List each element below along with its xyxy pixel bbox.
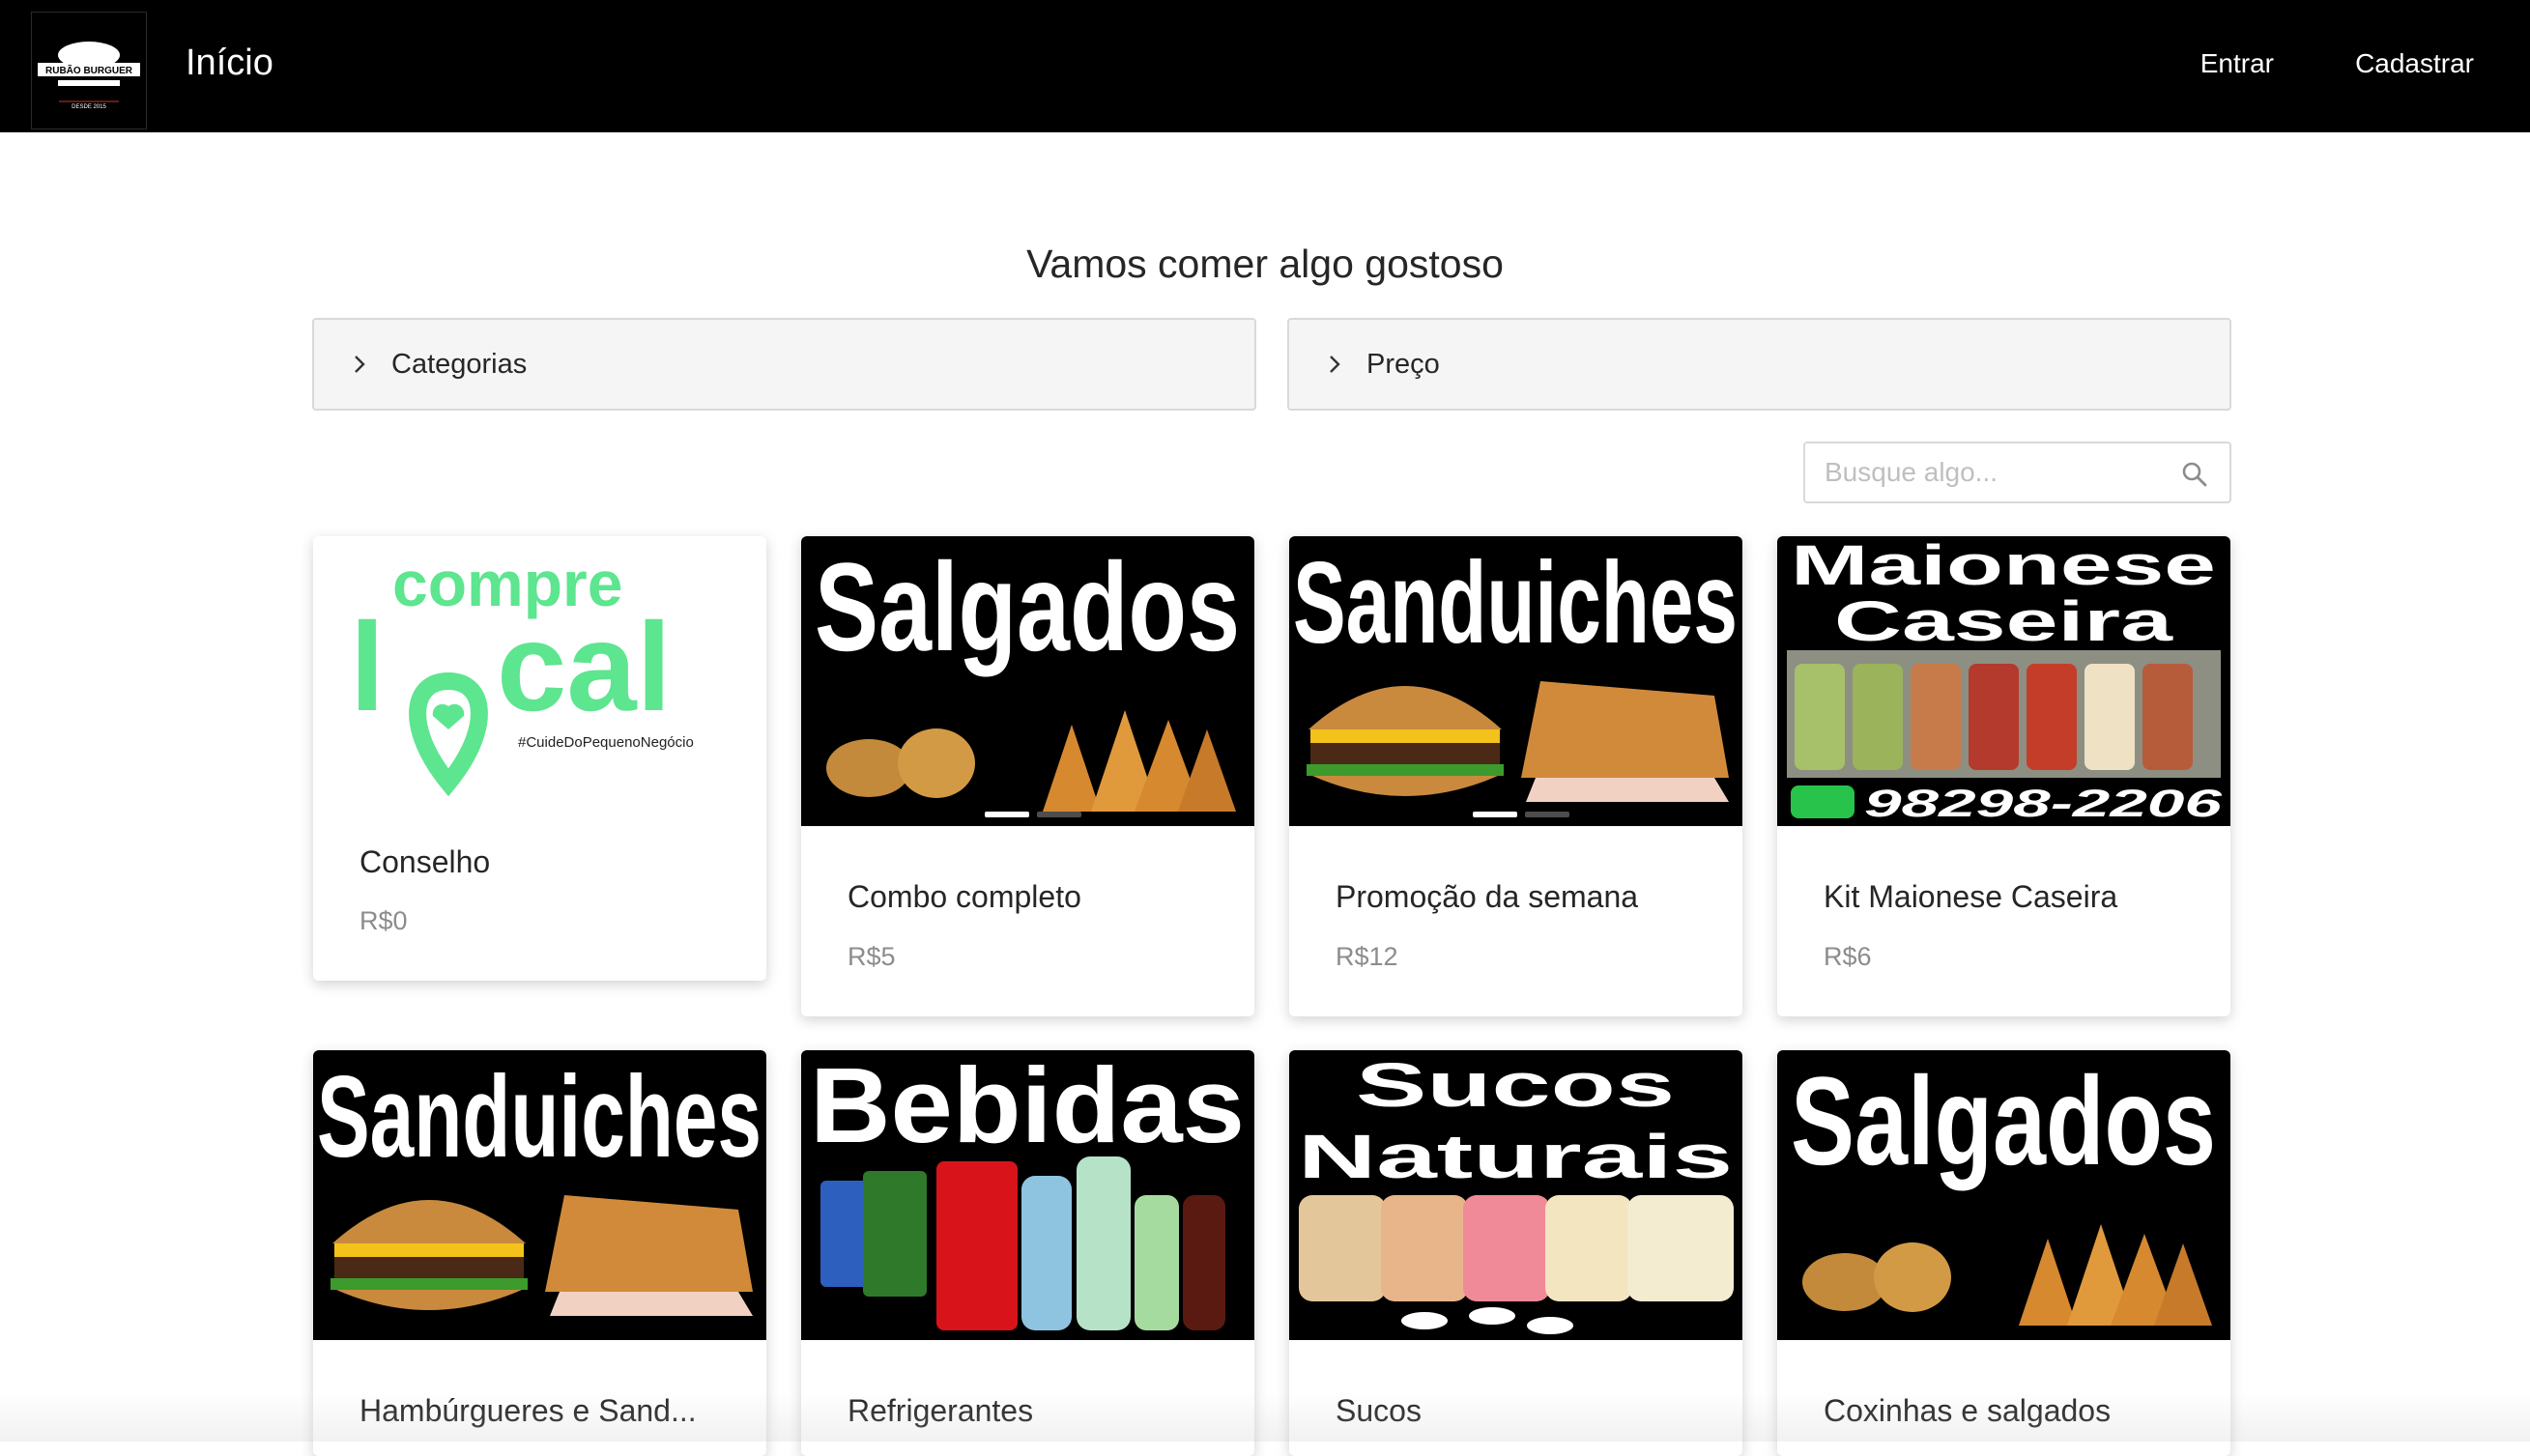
card-title: Hambúrgueres e Sand... (359, 1393, 697, 1428)
svg-text:Caseira: Caseira (1834, 590, 2173, 653)
categories-collapse[interactable]: Categorias (312, 318, 1256, 411)
logo-text: RUBÃO BURGUER (45, 64, 133, 76)
product-card-conselho[interactable]: compre l cal #CuideDoPequenoNegócio Cons… (313, 536, 766, 981)
card-price: R$5 (848, 942, 896, 971)
svg-text:Maionese: Maionese (1791, 536, 2216, 597)
svg-text:l: l (350, 596, 385, 737)
card-title: Sucos (1336, 1393, 1422, 1428)
svg-text:Sanduiches: Sanduiches (317, 1052, 762, 1182)
search-box (1803, 442, 2231, 503)
svg-text:cal: cal (497, 596, 672, 737)
product-card-coxinhas[interactable]: Salgados Coxinhas e salgados (1777, 1050, 2230, 1456)
search-icon[interactable] (2181, 461, 2208, 488)
signup-link[interactable]: Cadastrar (2355, 48, 2474, 79)
svg-text:Salgados: Salgados (815, 536, 1240, 677)
svg-text:Bebidas: Bebidas (810, 1050, 1245, 1165)
card-image: Sanduiches (313, 1050, 766, 1340)
card-image: Sanduiches (1289, 536, 1742, 826)
svg-text:Naturais: Naturais (1298, 1122, 1733, 1191)
card-image: Salgados (1777, 1050, 2230, 1340)
price-label: Preço (1366, 349, 1440, 380)
product-card-sucos[interactable]: Sucos Naturais Sucos (1289, 1050, 1742, 1456)
product-card-kit-maionese[interactable]: Maionese Caseira 98298-2206 Kit Maionese… (1777, 536, 2230, 1016)
product-card-promocao-semana[interactable]: Sanduiches Promoção da semana R$12 (1289, 536, 1742, 1016)
card-image: Sucos Naturais (1289, 1050, 1742, 1340)
svg-text:#CuideDoPequenoNegócio: #CuideDoPequenoNegócio (518, 734, 694, 751)
card-price: R$12 (1336, 942, 1398, 971)
card-price: R$6 (1824, 942, 1872, 971)
price-collapse[interactable]: Preço (1287, 318, 2231, 411)
page-headline: Vamos comer algo gostoso (1026, 242, 1504, 286)
card-image: compre l cal #CuideDoPequenoNegócio (313, 536, 766, 826)
card-image: Maionese Caseira 98298-2206 (1777, 536, 2230, 826)
chevron-right-icon (1330, 356, 1340, 373)
card-title: Refrigerantes (848, 1393, 1034, 1428)
card-title: Coxinhas e salgados (1824, 1393, 2112, 1428)
product-card-refrigerantes[interactable]: Bebidas Refrigerantes (801, 1050, 1254, 1456)
product-card-combo-completo[interactable]: Salgados Combo completo R$5 (801, 536, 1254, 1016)
carousel-dots[interactable] (1473, 805, 1577, 822)
categories-label: Categorias (391, 349, 528, 380)
card-price: R$0 (359, 906, 408, 935)
card-title: Kit Maionese Caseira (1824, 879, 2118, 914)
search-input[interactable] (1825, 455, 2172, 490)
card-image: Bebidas (801, 1050, 1254, 1340)
brand-logo[interactable]: RUBÃO BURGUER DESDE 2015 (31, 12, 147, 129)
card-image: Salgados (801, 536, 1254, 826)
chevron-right-icon (355, 356, 365, 373)
card-title: Conselho (359, 844, 491, 879)
card-title: Combo completo (848, 879, 1081, 914)
svg-text:98298-2206: 98298-2206 (1864, 783, 2223, 825)
product-card-hamburgueres[interactable]: Sanduiches Hambúrgueres e Sand... (313, 1050, 766, 1456)
svg-text:Salgados: Salgados (1791, 1050, 2216, 1191)
carousel-dots[interactable] (985, 805, 1089, 822)
card-title: Promoção da semana (1336, 879, 1639, 914)
top-navigation-bar: RUBÃO BURGUER DESDE 2015 Início Entrar C… (0, 0, 2530, 132)
svg-text:Sucos: Sucos (1356, 1050, 1675, 1120)
login-link[interactable]: Entrar (2200, 48, 2274, 79)
svg-text:Sanduiches: Sanduiches (1293, 538, 1738, 668)
nav-home-link[interactable]: Início (186, 43, 273, 84)
logo-subtext: DESDE 2015 (72, 104, 106, 110)
